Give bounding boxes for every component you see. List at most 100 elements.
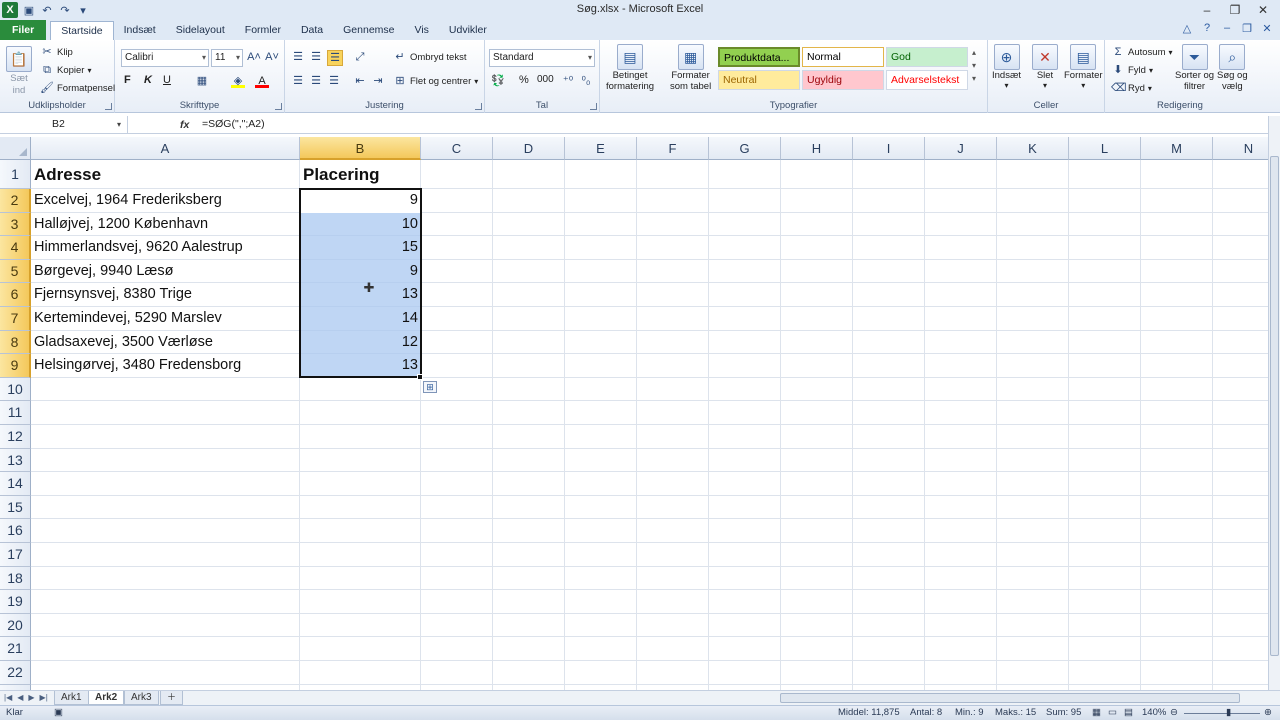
tab-page-layout[interactable]: Sidelayout — [166, 21, 235, 40]
align-bottom-button[interactable]: ☰ — [327, 50, 343, 66]
row-header-22[interactable]: 22 — [0, 661, 31, 685]
restore-icon[interactable]: ❐ — [1228, 3, 1242, 17]
column-header-h[interactable]: H — [781, 137, 853, 160]
row-header-16[interactable]: 16 — [0, 519, 31, 543]
cell-a4[interactable]: Himmerlandsvej, 9620 Aalestrup — [31, 236, 300, 260]
row-header-7[interactable]: 7 — [0, 307, 31, 331]
style-warning-text[interactable]: Advarselstekst — [886, 70, 968, 90]
cell-a8[interactable]: Gladsaxevej, 3500 Værløse — [31, 331, 300, 355]
font-size-select[interactable]: 11 — [211, 49, 243, 67]
vertical-scroll-thumb[interactable] — [1270, 156, 1279, 656]
decrease-decimal-button[interactable]: ⁰₀ — [579, 74, 593, 88]
row-header-9[interactable]: 9 — [0, 354, 31, 378]
styles-scroll[interactable]: ▴ ▾ ▾ — [972, 48, 976, 83]
percent-button[interactable]: % — [519, 74, 529, 86]
row-header-15[interactable]: 15 — [0, 495, 31, 520]
italic-button[interactable]: K — [144, 74, 152, 86]
row-header-18[interactable]: 18 — [0, 566, 31, 591]
insert-function-icon[interactable]: fx — [180, 116, 194, 134]
font-name-select[interactable]: Calibri — [121, 49, 209, 67]
column-header-d[interactable]: D — [493, 137, 565, 160]
clear-button[interactable]: ⌫ Ryd ▾ — [1111, 81, 1152, 95]
number-format-select[interactable]: Standard — [489, 49, 595, 67]
formula-input[interactable]: =SØG(",";A2) — [202, 116, 265, 134]
doc-restore-icon[interactable]: ❐ — [1240, 22, 1254, 36]
style-normal[interactable]: Normal — [802, 47, 884, 67]
fill-button[interactable]: ⬇ Fyld ▾ — [1111, 63, 1153, 77]
number-launcher-icon[interactable] — [590, 103, 597, 110]
row-header-2[interactable]: 2 — [0, 189, 31, 213]
align-middle-button[interactable]: ☰ — [309, 50, 323, 64]
column-header-e[interactable]: E — [565, 137, 637, 160]
last-sheet-icon[interactable]: ▶| — [40, 691, 48, 705]
row-header-17[interactable]: 17 — [0, 543, 31, 567]
cell-a2[interactable]: Excelvej, 1964 Frederiksberg — [31, 189, 300, 213]
name-box-dropdown-icon[interactable]: ▾ — [117, 116, 121, 134]
align-center-button[interactable]: ☰ — [309, 74, 323, 88]
row-header-10[interactable]: 10 — [0, 377, 31, 402]
horizontal-scroll-thumb[interactable] — [780, 693, 1240, 703]
undo-icon[interactable]: ↶ — [40, 3, 54, 17]
decrease-indent-button[interactable]: ⇤ — [353, 74, 367, 88]
column-header-k[interactable]: K — [997, 137, 1069, 160]
sheet-tab-ark2[interactable]: Ark2 — [88, 691, 125, 705]
column-header-f[interactable]: F — [637, 137, 709, 160]
cell-a3[interactable]: Halløjvej, 1200 København — [31, 213, 300, 237]
find-select-button[interactable]: ⌕ Søg og vælg — [1217, 44, 1248, 92]
cell-b1[interactable]: Placering — [300, 160, 421, 189]
minimize-ribbon-icon[interactable]: △ — [1180, 22, 1194, 36]
worksheet-grid[interactable]: A B C D E F G H I J K L M N 1 2 3 4 5 6 7 8 9 10 11 12 13 14 15 16 17 1… — [0, 137, 1268, 690]
row-header-6[interactable]: 6 — [0, 283, 31, 307]
sheet-tab-ark3[interactable]: Ark3 — [124, 691, 159, 705]
zoom-out-icon[interactable]: ⊖ — [1170, 706, 1178, 720]
close-icon[interactable]: ✕ — [1256, 3, 1270, 17]
row-header-4[interactable]: 4 — [0, 236, 31, 260]
orientation-button[interactable]: ⤢ — [353, 50, 367, 64]
auto-fill-options-icon[interactable]: ⊞ — [423, 380, 437, 393]
format-cells-button[interactable]: ▤ Formater ▾ — [1064, 44, 1103, 90]
row-header-12[interactable]: 12 — [0, 425, 31, 449]
minimize-icon[interactable]: – — [1200, 3, 1214, 17]
alignment-launcher-icon[interactable] — [475, 103, 482, 110]
row-header-14[interactable]: 14 — [0, 472, 31, 496]
column-header-n[interactable]: N — [1213, 137, 1268, 160]
column-header-b[interactable]: B — [300, 137, 421, 160]
column-header-g[interactable]: G — [709, 137, 781, 160]
tab-file[interactable]: Filer — [0, 20, 47, 40]
cell-a9[interactable]: Helsingørvej, 3480 Fredensborg — [31, 354, 300, 378]
row-header-19[interactable]: 19 — [0, 590, 31, 614]
column-header-j[interactable]: J — [925, 137, 997, 160]
tab-home[interactable]: Startside — [50, 21, 114, 40]
first-sheet-icon[interactable]: |◀ — [4, 691, 12, 705]
autosum-button[interactable]: Σ Autosum ▾ — [1111, 45, 1173, 59]
column-header-c[interactable]: C — [421, 137, 493, 160]
merge-center-button[interactable]: ⊞ Flet og centrer ▾ — [393, 74, 478, 88]
vertical-scrollbar[interactable] — [1268, 116, 1280, 690]
row-header-11[interactable]: 11 — [0, 401, 31, 425]
conditional-formatting-button[interactable]: ▤ Betinget formatering — [606, 44, 654, 92]
underline-button[interactable]: U — [163, 74, 171, 86]
zoom-level[interactable]: 140% — [1142, 706, 1166, 720]
column-header-m[interactable]: M — [1141, 137, 1213, 160]
font-launcher-icon[interactable] — [275, 103, 282, 110]
row-header-5[interactable]: 5 — [0, 259, 31, 284]
tab-review[interactable]: Gennemse — [333, 21, 404, 40]
sheet-tab-ark1[interactable]: Ark1 — [54, 691, 89, 705]
sort-filter-button[interactable]: ⏷ Sorter og filtrer — [1175, 44, 1214, 92]
tab-developer[interactable]: Udvikler — [439, 21, 497, 40]
format-as-table-button[interactable]: ▦ Formater som tabel — [670, 44, 711, 92]
excel-logo-icon[interactable]: X — [2, 2, 18, 18]
accounting-button[interactable]: 💱 — [491, 74, 505, 88]
style-good[interactable]: God — [886, 47, 968, 67]
fill-handle[interactable] — [417, 373, 423, 380]
style-neutral[interactable]: Neutral — [718, 70, 800, 90]
increase-decimal-button[interactable]: ⁺⁰ — [561, 74, 575, 88]
row-header-21[interactable]: 21 — [0, 637, 31, 661]
shrink-font-button[interactable]: A˅ — [265, 50, 279, 64]
style-produktdata[interactable]: Produktdata... — [718, 47, 800, 67]
tab-formulas[interactable]: Formler — [235, 21, 291, 40]
grow-font-button[interactable]: A˄ — [247, 50, 261, 64]
insert-cells-button[interactable]: ⊕ Indsæt ▾ — [992, 44, 1021, 90]
increase-indent-button[interactable]: ⇥ — [371, 74, 385, 88]
prev-sheet-icon[interactable]: ◀ — [17, 691, 23, 705]
